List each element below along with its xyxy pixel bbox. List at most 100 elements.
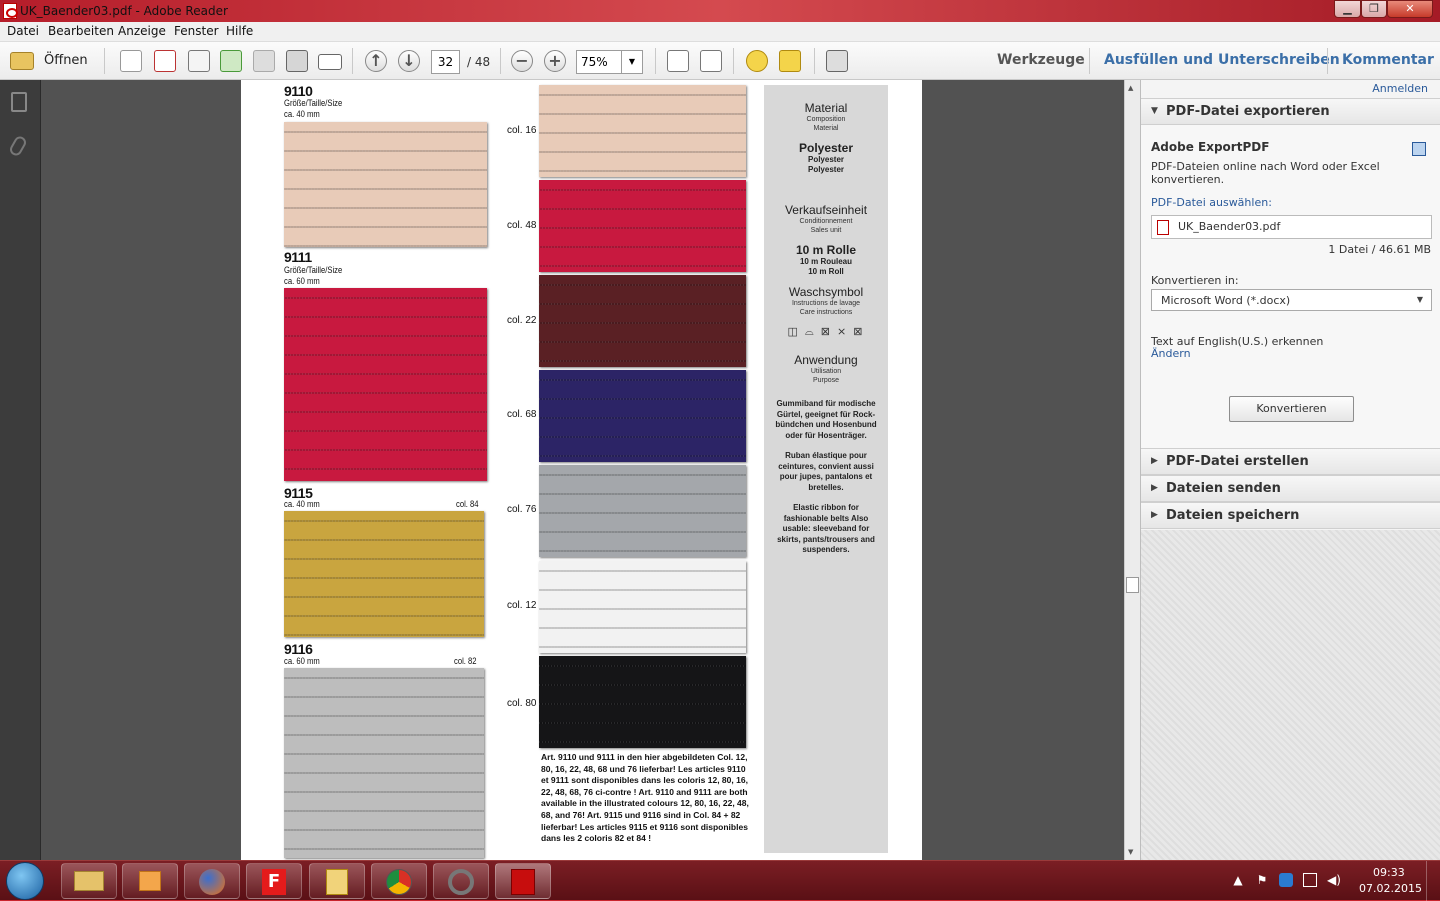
fit-width-icon[interactable] [667, 50, 689, 72]
menu-datei[interactable]: Datei [7, 24, 39, 38]
media-player-icon [139, 871, 161, 891]
tools-tab[interactable]: Werkzeuge [997, 52, 1085, 68]
create-pdf-section-header[interactable]: ▶ PDF-Datei erstellen [1141, 448, 1440, 475]
selected-file-field[interactable]: UK_Baender03.pdf [1151, 215, 1432, 239]
next-page-icon[interactable]: ↓ [398, 50, 420, 72]
fill-sign-tab[interactable]: Ausfüllen und Unterschreiben [1104, 52, 1340, 68]
edit-pdf-icon[interactable] [188, 50, 210, 72]
sticky-note-icon[interactable] [746, 50, 768, 72]
taskbar-notes[interactable] [309, 863, 365, 899]
menu-anzeige[interactable]: Anzeige [118, 24, 166, 38]
panel-empty-area [1141, 530, 1440, 860]
color-label: col. 48 [507, 220, 537, 231]
adobe-reader-icon [511, 869, 535, 895]
sign-in-link[interactable]: Anmelden [1372, 82, 1428, 95]
purpose-description-en: Elastic ribbon for fashionable belts Als… [777, 503, 875, 554]
email-icon[interactable] [318, 54, 342, 70]
teamviewer-icon[interactable] [1279, 873, 1293, 887]
save-icon[interactable] [253, 50, 275, 72]
wash-en: Care instructions [799, 309, 853, 316]
create-pdf-icon[interactable] [120, 50, 142, 72]
material-value: Polyester [798, 141, 854, 155]
close-button[interactable]: ✕ [1387, 0, 1433, 18]
toolbar-separator [352, 48, 353, 74]
fit-page-icon[interactable] [700, 50, 722, 72]
folder-icon [74, 871, 104, 891]
menu-bearbeiten[interactable]: Bearbeiten [48, 24, 114, 38]
article-number: 9111 [284, 249, 312, 265]
pdf-file-icon [1157, 220, 1169, 235]
network-icon[interactable] [1303, 873, 1317, 887]
maximize-button[interactable]: ❐ [1361, 0, 1387, 18]
zoom-dropdown-icon[interactable]: ▼ [621, 50, 643, 74]
zoom-input[interactable]: 75% [576, 50, 622, 74]
ribbon-swatch-9111 [284, 288, 487, 481]
clock-date[interactable]: 07.02.2015 [1359, 882, 1422, 895]
taskbar-adobe-reader[interactable] [495, 863, 551, 899]
taskbar-media-player[interactable] [122, 863, 178, 899]
toolbar-separator [500, 48, 501, 74]
action-center-flag-icon[interactable]: ⚑ [1255, 873, 1269, 887]
size-label: Größe/Taille/Size [284, 265, 343, 275]
scroll-down-icon[interactable]: ▼ [1128, 848, 1133, 856]
export-pdf-section-header[interactable]: ▼ PDF-Datei exportieren [1141, 98, 1440, 125]
color-label: col. 80 [507, 698, 537, 709]
color-label: col. 22 [507, 315, 537, 326]
wash-fr: Instructions de lavage [791, 300, 861, 307]
vertical-scrollbar[interactable]: ▲ ▼ [1124, 80, 1140, 860]
window-title: UK_Baender03.pdf - Adobe Reader [20, 4, 228, 18]
previous-page-icon[interactable]: ↑ [365, 50, 387, 72]
export-settings-icon[interactable] [1412, 142, 1426, 156]
start-button[interactable] [6, 862, 44, 900]
width-label: ca. 40 mm [284, 499, 320, 509]
open-button[interactable]: Öffnen [44, 53, 88, 68]
send-files-section-header[interactable]: ▶ Dateien senden [1141, 475, 1440, 502]
zoom-out-icon[interactable]: − [511, 50, 533, 72]
full-screen-icon[interactable] [826, 50, 848, 72]
ribbon-swatch-9110 [284, 122, 487, 247]
minimize-button[interactable]: ▁ [1334, 0, 1361, 18]
change-language-link[interactable]: Ändern [1151, 347, 1191, 360]
export-pdf-description: PDF-Dateien online nach Word oder Excel … [1151, 160, 1380, 186]
toolbar-separator [104, 48, 105, 74]
taskbar-explorer[interactable] [61, 863, 117, 899]
highlight-icon[interactable] [779, 50, 801, 72]
upload-cloud-icon[interactable] [220, 50, 242, 72]
clock-time[interactable]: 09:33 [1373, 866, 1405, 879]
save-files-section-header[interactable]: ▶ Dateien speichern [1141, 502, 1440, 529]
page-number-input[interactable]: 32 [431, 50, 460, 74]
purpose-description-de: Gummiband für modische Gürtel, geeignet … [775, 399, 877, 440]
volume-icon[interactable]: ◀) [1327, 873, 1341, 887]
taskbar-chrome[interactable] [371, 863, 427, 899]
folder-open-icon[interactable] [10, 52, 34, 70]
comment-tab[interactable]: Kommentar [1342, 52, 1434, 68]
convert-button[interactable]: Konvertieren [1229, 396, 1354, 422]
combine-pdf-icon[interactable] [154, 50, 176, 72]
export-pdf-heading: Adobe ExportPDF [1151, 140, 1270, 154]
zoom-in-icon[interactable]: + [544, 50, 566, 72]
taskbar-foxit[interactable]: F [246, 863, 302, 899]
attachment-icon[interactable] [7, 134, 29, 158]
scroll-thumb[interactable] [1126, 577, 1139, 593]
article-number: 9116 [284, 641, 313, 657]
purpose-en: Purpose [812, 377, 840, 384]
menu-bar: Datei Bearbeiten Anzeige Fenster Hilfe [0, 22, 1440, 42]
material-value-fr: Polyester [807, 155, 845, 164]
show-desktop-button[interactable] [1426, 861, 1440, 901]
toolbar: Öffnen ↑ ↓ 32 / 48 − + 75% ▼ Werkzeuge A… [0, 42, 1440, 80]
scroll-up-icon[interactable]: ▲ [1128, 84, 1133, 92]
material-heading: Material [804, 101, 848, 115]
convert-format-select[interactable]: Microsoft Word (*.docx) ▼ [1151, 289, 1432, 311]
taskbar-firefox[interactable] [184, 863, 240, 899]
menu-fenster[interactable]: Fenster [174, 24, 219, 38]
page-thumbnails-icon[interactable] [11, 92, 27, 112]
taskbar-acrobat-tool[interactable] [433, 863, 489, 899]
convert-format-value: Microsoft Word (*.docx) [1161, 294, 1291, 307]
ribbon-swatch-col-16 [539, 85, 746, 177]
menu-hilfe[interactable]: Hilfe [226, 24, 253, 38]
ribbon-swatch-col-80 [539, 656, 746, 748]
toolbar-separator [814, 48, 815, 74]
show-hidden-icons[interactable]: ▲ [1231, 873, 1245, 887]
sales-unit-value-fr: 10 m Rouleau [799, 257, 852, 266]
print-icon[interactable] [286, 50, 308, 72]
